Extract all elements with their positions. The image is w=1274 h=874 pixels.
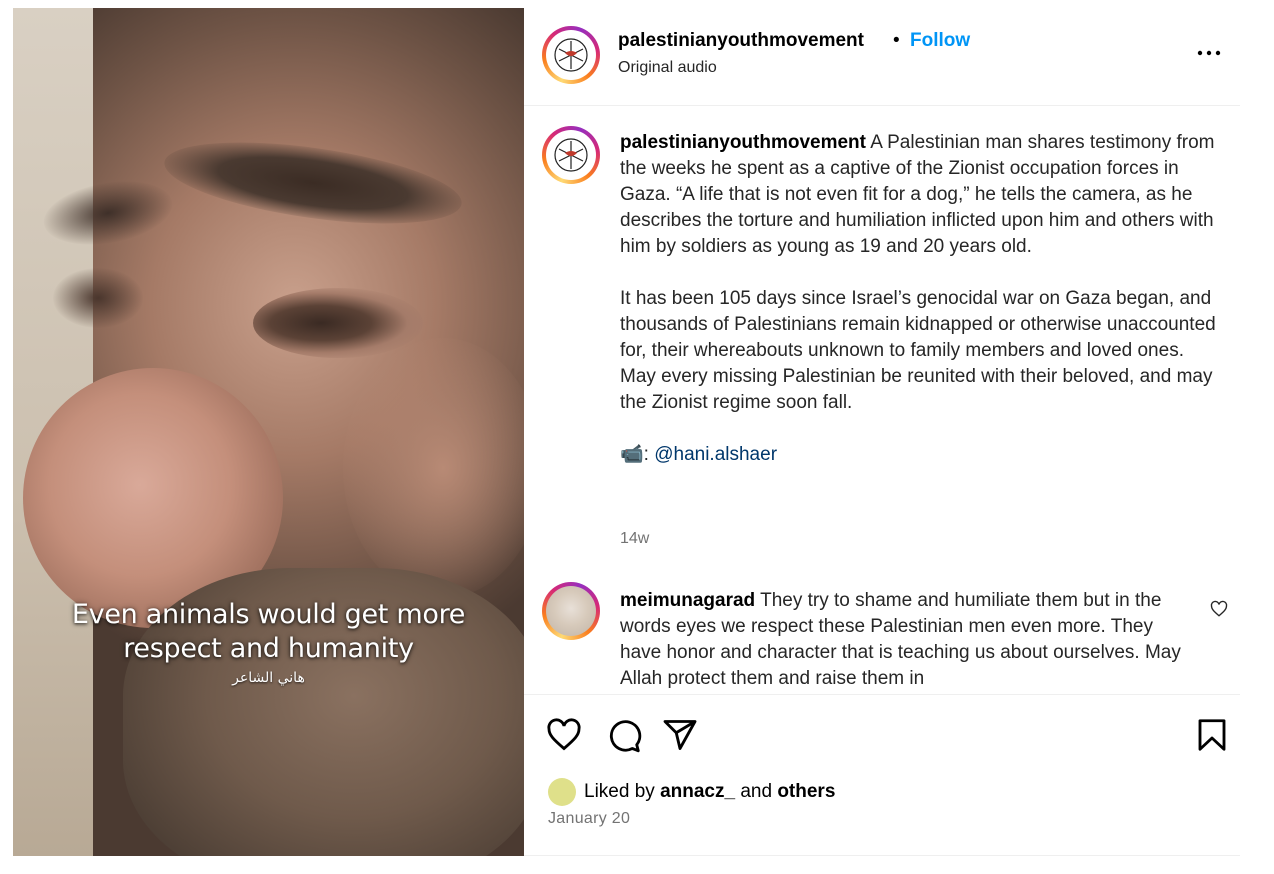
post-author-avatar[interactable] [542,126,600,184]
save-icon[interactable] [1194,717,1230,753]
caption-paragraph: It has been 105 days since Israel’s geno… [620,288,1216,413]
post-caption: palestinianyouthmovement A Palestinian m… [620,130,1220,494]
follow-button[interactable]: Follow [910,30,970,52]
reel-video[interactable]: Even animals would get more respect and … [13,8,524,856]
header-username[interactable]: palestinianyouthmovement [618,30,864,52]
video-face-detail [53,268,143,328]
subtitle-line: respect and humanity [123,633,414,664]
credit-prefix: 📹: [620,444,655,465]
profile-avatar[interactable] [542,26,600,84]
post-header: palestinianyouthmovement • Follow Origin… [524,8,1240,106]
video-face-detail [159,127,467,239]
more-options-icon[interactable] [1194,38,1224,68]
likes-and: and [740,781,773,802]
comment-icon[interactable] [606,717,642,753]
separator-dot: • [893,30,900,51]
post-timestamp[interactable]: 14w [620,530,649,548]
likes-prefix: Liked by [584,781,655,802]
commenter-avatar[interactable] [542,582,600,640]
video-subtitle: Even animals would get more respect and … [13,598,524,686]
caption-username[interactable]: palestinianyouthmovement [620,132,866,153]
comment-text: meimunagarad They try to shame and humil… [620,588,1190,692]
logo-icon [554,38,588,72]
share-icon[interactable] [662,717,698,753]
post-actions: Liked by annacz_ and others January 20 [524,694,1240,856]
post-panel: palestinianyouthmovement • Follow Origin… [524,8,1240,856]
likes-summary[interactable]: Liked by annacz_ and others [548,778,835,806]
video-face-detail [343,338,524,598]
logo-icon [554,138,588,172]
likes-others-link[interactable]: others [777,781,835,803]
subtitle-line: Even animals would get more [71,599,466,630]
video-face-detail [253,288,423,358]
liker-username[interactable]: annacz_ [660,781,735,803]
comment-username[interactable]: meimunagarad [620,590,755,611]
like-icon[interactable] [546,717,582,753]
subtitle-credit: هاني الشاعر [232,670,305,686]
comment-like-icon[interactable] [1210,600,1228,618]
audio-label[interactable]: Original audio [618,59,717,77]
liker-avatar[interactable] [548,778,576,806]
post-date[interactable]: January 20 [548,810,630,828]
comments-section[interactable]: palestinianyouthmovement A Palestinian m… [524,106,1240,693]
credit-mention-link[interactable]: @hani.alshaer [654,444,777,465]
